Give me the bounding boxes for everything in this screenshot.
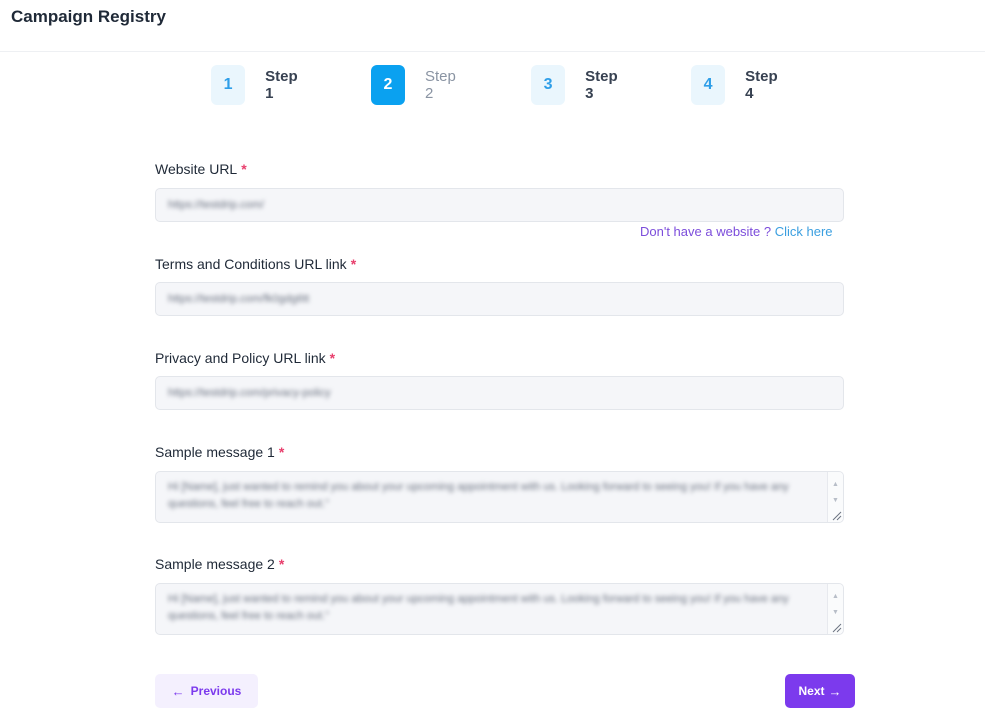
terms-url-value: https://testdrip.com/fk0gdg6tt xyxy=(168,293,310,305)
website-help: Don't have a website ? Click here xyxy=(640,224,833,239)
step-2-label: Step 2 xyxy=(425,68,456,102)
privacy-url-label: Privacy and Policy URL link * xyxy=(155,350,335,366)
step-1-label: Step 1 xyxy=(265,68,298,102)
scroll-down-icon[interactable]: ▼ xyxy=(828,604,843,621)
step-1[interactable]: 1 Step 1 xyxy=(211,65,304,105)
privacy-url-label-text: Privacy and Policy URL link xyxy=(155,350,326,366)
step-2[interactable]: 2 Step 2 xyxy=(371,65,462,105)
privacy-url-value: https://testdrip.com/privacy-policy xyxy=(168,387,331,399)
privacy-url-input[interactable]: https://testdrip.com/privacy-policy xyxy=(155,376,844,410)
step-3-label: Step 3 xyxy=(585,68,618,102)
next-button[interactable]: Next → xyxy=(785,674,855,708)
sample-message-2-textarea[interactable]: Hi [Name], just wanted to remind you abo… xyxy=(155,583,844,635)
website-url-value: https://testdrip.com/ xyxy=(168,199,264,211)
sample-message-2-label-text: Sample message 2 xyxy=(155,556,275,572)
resize-grip-icon[interactable] xyxy=(830,509,842,521)
step-4-number: 4 xyxy=(691,65,726,105)
website-url-input[interactable]: https://testdrip.com/ xyxy=(155,188,844,222)
required-marker: * xyxy=(278,444,285,460)
step-3[interactable]: 3 Step 3 xyxy=(531,65,624,105)
required-marker: * xyxy=(350,256,357,272)
step-1-number: 1 xyxy=(211,65,246,105)
next-button-label: Next xyxy=(798,684,825,698)
scroll-up-icon[interactable]: ▲ xyxy=(828,476,843,493)
sample-message-1-label-text: Sample message 1 xyxy=(155,444,275,460)
step-3-number: 3 xyxy=(531,65,566,105)
terms-url-label-text: Terms and Conditions URL link xyxy=(155,256,347,272)
app-title: Campaign Registry xyxy=(11,7,166,26)
click-here-link[interactable]: Click here xyxy=(775,224,833,239)
scroll-up-icon[interactable]: ▲ xyxy=(828,588,843,605)
step-2-number: 2 xyxy=(371,65,405,105)
arrow-right-icon: → xyxy=(828,683,842,699)
terms-url-input[interactable]: https://testdrip.com/fk0gdg6tt xyxy=(155,282,844,316)
website-url-label-text: Website URL xyxy=(155,161,238,177)
sample-message-1-label: Sample message 1 * xyxy=(155,444,284,460)
sample-message-1-value: Hi [Name], just wanted to remind you abo… xyxy=(168,481,789,510)
required-marker: * xyxy=(329,350,336,366)
website-url-label: Website URL * xyxy=(155,161,247,177)
resize-grip-icon[interactable] xyxy=(830,621,842,633)
step-4-label: Step 4 xyxy=(745,68,778,102)
top-bar: Campaign Registry xyxy=(0,0,985,52)
sample-message-2-value: Hi [Name], just wanted to remind you abo… xyxy=(168,593,789,622)
terms-url-label: Terms and Conditions URL link * xyxy=(155,256,356,272)
scroll-down-icon[interactable]: ▼ xyxy=(828,492,843,509)
required-marker: * xyxy=(278,556,285,572)
previous-button[interactable]: ← Previous xyxy=(155,674,258,708)
step-4[interactable]: 4 Step 4 xyxy=(691,65,784,105)
website-help-text: Don't have a website ? xyxy=(640,224,775,239)
required-marker: * xyxy=(241,161,247,177)
sample-message-2-label: Sample message 2 * xyxy=(155,556,284,572)
sample-message-1-textarea[interactable]: Hi [Name], just wanted to remind you abo… xyxy=(155,471,844,523)
arrow-left-icon: ← xyxy=(171,683,185,699)
previous-button-label: Previous xyxy=(190,684,242,698)
